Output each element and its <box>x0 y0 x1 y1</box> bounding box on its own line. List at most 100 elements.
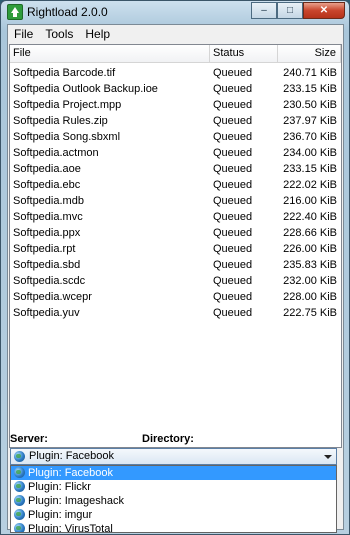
dropdown-option-label: Plugin: Facebook <box>28 467 113 479</box>
list-header: File Status Size <box>10 45 341 63</box>
status-cell: Queued <box>213 195 253 207</box>
status-cell: Queued <box>213 179 253 191</box>
globe-icon <box>14 495 25 506</box>
dropdown-option-label: Plugin: VirusTotal <box>28 523 113 533</box>
server-select-value: Plugin: Facebook <box>29 450 114 462</box>
table-row[interactable]: Softpedia.wcepr Queued 228.00 KiB <box>10 289 341 305</box>
app-window: Rightload 2.0.0 – □ ✕ File Tools Help Fi… <box>0 0 350 535</box>
status-cell: Queued <box>213 227 253 239</box>
table-row[interactable]: Softpedia.rpt Queued 226.00 KiB <box>10 241 341 257</box>
form-labels: Server: Directory: <box>10 433 340 447</box>
status-cell: Queued <box>213 291 253 303</box>
table-row[interactable]: Softpedia Project.mpp Queued 230.50 KiB <box>10 97 341 113</box>
title-bar[interactable]: Rightload 2.0.0 – □ ✕ <box>1 1 349 23</box>
dropdown-option[interactable]: Plugin: VirusTotal <box>11 522 336 533</box>
status-cell: Queued <box>213 147 253 159</box>
dropdown-option[interactable]: Plugin: Facebook <box>11 466 336 480</box>
globe-icon <box>14 481 25 492</box>
column-header-size[interactable]: Size <box>278 45 341 62</box>
file-cell: Softpedia.scdc <box>13 275 86 287</box>
status-cell: Queued <box>213 243 253 255</box>
file-cell: Softpedia.actmon <box>13 147 99 159</box>
status-cell: Queued <box>213 67 253 79</box>
size-cell: 230.50 KiB <box>283 99 337 111</box>
menu-bar: File Tools Help <box>8 25 343 43</box>
maximize-button[interactable]: □ <box>277 2 303 19</box>
chevron-down-icon[interactable] <box>324 455 332 459</box>
dropdown-option-label: Plugin: Flickr <box>28 481 91 493</box>
status-cell: Queued <box>213 211 253 223</box>
size-cell: 222.02 KiB <box>283 179 337 191</box>
file-cell: Softpedia.aoe <box>13 163 81 175</box>
file-cell: Softpedia.wcepr <box>13 291 92 303</box>
size-cell: 240.71 KiB <box>283 67 337 79</box>
table-row[interactable]: Softpedia Outlook Backup.ioe Queued 233.15… <box>10 81 341 97</box>
table-row[interactable]: Softpedia Song.sbxml Queued 236.70 KiB <box>10 129 341 145</box>
status-cell: Queued <box>213 83 253 95</box>
file-cell: Softpedia Song.sbxml <box>13 131 121 143</box>
file-cell: Softpedia.rpt <box>13 243 76 255</box>
size-cell: 226.00 KiB <box>283 243 337 255</box>
minimize-button[interactable]: – <box>251 2 277 19</box>
status-cell: Queued <box>213 275 253 287</box>
table-row[interactable]: Softpedia.actmon Queued 234.00 KiB <box>10 145 341 161</box>
dropdown-option[interactable]: Plugin: Imageshack <box>11 494 336 508</box>
table-row[interactable]: Softpedia.ppx Queued 228.66 KiB <box>10 225 341 241</box>
file-cell: Softpedia.ppx <box>13 227 81 239</box>
table-row[interactable]: Softpedia.mdb Queued 216.00 KiB <box>10 193 341 209</box>
column-header-status[interactable]: Status <box>210 45 278 62</box>
column-header-file[interactable]: File <box>10 45 210 62</box>
globe-icon <box>14 509 25 520</box>
file-cell: Softpedia.sbd <box>13 259 81 271</box>
close-button[interactable]: ✕ <box>303 2 345 19</box>
server-dropdown-list: Plugin: Facebook Plugin: Flickr Plugin: Im… <box>10 465 337 533</box>
globe-icon <box>14 451 25 462</box>
globe-icon <box>14 467 25 478</box>
size-cell: 233.15 KiB <box>283 163 337 175</box>
table-row[interactable]: Softpedia.ebc Queued 222.02 KiB <box>10 177 341 193</box>
table-row[interactable]: Softpedia Rules.zip Queued 237.97 KiB <box>10 113 341 129</box>
file-cell: Softpedia Outlook Backup.ioe <box>13 83 158 95</box>
window-title: Rightload 2.0.0 <box>27 5 108 19</box>
size-cell: 228.00 KiB <box>283 291 337 303</box>
status-cell: Queued <box>213 259 253 271</box>
table-row[interactable]: Softpedia.sbd Queued 235.83 KiB <box>10 257 341 273</box>
size-cell: 237.97 KiB <box>283 115 337 127</box>
dropdown-option[interactable]: Plugin: imgur <box>11 508 336 522</box>
size-cell: 222.40 KiB <box>283 211 337 223</box>
file-list[interactable]: File Status Size Softpedia Barcode.tif Qu… <box>9 44 342 448</box>
app-upload-icon <box>7 4 23 20</box>
dropdown-option-label: Plugin: Imageshack <box>28 495 124 507</box>
size-cell: 234.00 KiB <box>283 147 337 159</box>
file-cell: Softpedia.mvc <box>13 211 83 223</box>
file-cell: Softpedia Barcode.tif <box>13 67 116 79</box>
status-cell: Queued <box>213 307 253 319</box>
table-row[interactable]: Softpedia Barcode.tif Queued 240.71 KiB <box>10 65 341 81</box>
menu-file[interactable]: File <box>8 25 39 43</box>
menu-tools[interactable]: Tools <box>39 25 79 43</box>
size-cell: 216.00 KiB <box>283 195 337 207</box>
size-cell: 235.83 KiB <box>283 259 337 271</box>
dropdown-option[interactable]: Plugin: Flickr <box>11 480 336 494</box>
directory-label: Directory: <box>142 433 194 445</box>
status-cell: Queued <box>213 131 253 143</box>
globe-icon <box>14 523 25 532</box>
menu-help[interactable]: Help <box>79 25 116 43</box>
size-cell: 222.75 KiB <box>283 307 337 319</box>
window-controls: – □ ✕ <box>251 2 345 19</box>
file-cell: Softpedia Rules.zip <box>13 115 108 127</box>
table-row[interactable]: Softpedia.aoe Queued 233.15 KiB <box>10 161 341 177</box>
file-cell: Softpedia.yuv <box>13 307 80 319</box>
size-cell: 228.66 KiB <box>283 227 337 239</box>
file-cell: Softpedia.mdb <box>13 195 84 207</box>
status-cell: Queued <box>213 163 253 175</box>
status-cell: Queued <box>213 115 253 127</box>
status-cell: Queued <box>213 99 253 111</box>
table-row[interactable]: Softpedia.mvc Queued 222.40 KiB <box>10 209 341 225</box>
table-row[interactable]: Softpedia.yuv Queued 222.75 KiB <box>10 305 341 321</box>
list-rows: Softpedia Barcode.tif Queued 240.71 KiB Sof… <box>10 65 341 321</box>
server-select[interactable]: Plugin: Facebook <box>10 448 337 465</box>
size-cell: 233.15 KiB <box>283 83 337 95</box>
table-row[interactable]: Softpedia.scdc Queued 232.00 KiB <box>10 273 341 289</box>
file-cell: Softpedia Project.mpp <box>13 99 122 111</box>
